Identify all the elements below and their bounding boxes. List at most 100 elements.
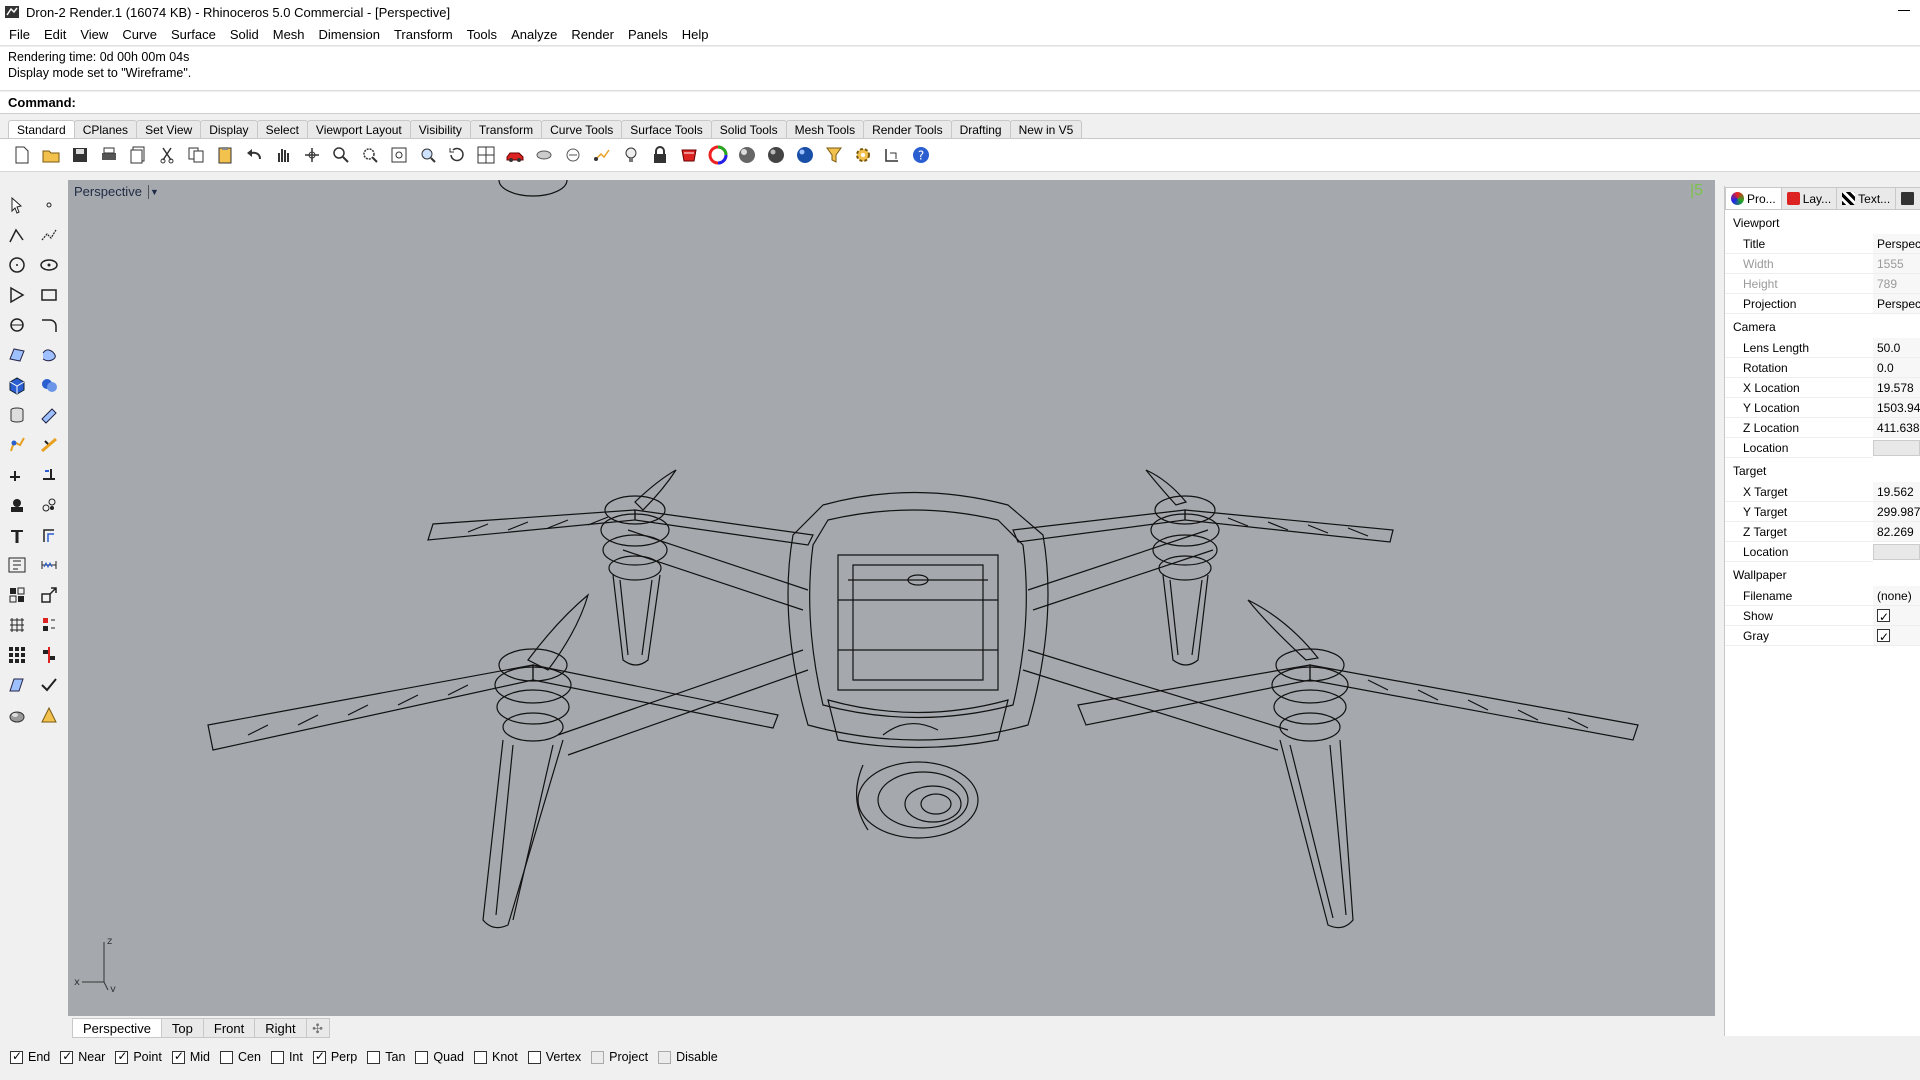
paste-icon[interactable] <box>211 141 239 169</box>
show-icon[interactable] <box>559 141 587 169</box>
tab-textures[interactable]: Text... <box>1836 187 1897 209</box>
tab-more[interactable] <box>1895 187 1920 209</box>
menu-curve[interactable]: Curve <box>115 27 164 42</box>
osnap-cen[interactable]: Cen <box>220 1050 261 1064</box>
tab-top[interactable]: Top <box>160 1018 204 1038</box>
prop-y-location[interactable]: Y Location 1503.94 <box>1725 398 1920 418</box>
prop-z-location[interactable]: Z Location 411.638 <box>1725 418 1920 438</box>
pan-hand-icon[interactable] <box>269 141 297 169</box>
minimize-button[interactable] <box>1896 2 1912 18</box>
prop-value[interactable]: Perspec <box>1873 294 1920 314</box>
menu-transform[interactable]: Transform <box>387 27 460 42</box>
render-icon[interactable] <box>34 700 64 730</box>
shade-icon[interactable] <box>2 700 32 730</box>
tab-curve-tools[interactable]: Curve Tools <box>541 120 623 138</box>
select-icon[interactable] <box>588 141 616 169</box>
prop-value[interactable]: 19.578 <box>1873 378 1920 398</box>
prop-x-target[interactable]: X Target 19.562 <box>1725 482 1920 502</box>
text-icon[interactable] <box>2 550 32 580</box>
menu-solid[interactable]: Solid <box>223 27 266 42</box>
prop-gray[interactable]: Gray <box>1725 626 1920 646</box>
tab-properties[interactable]: Pro... <box>1725 187 1782 209</box>
menu-mesh[interactable]: Mesh <box>266 27 312 42</box>
checkbox[interactable] <box>591 1050 605 1064</box>
menu-analyze[interactable]: Analyze <box>504 27 564 42</box>
curve-edit-icon[interactable] <box>34 220 64 250</box>
circle-icon[interactable] <box>2 250 32 280</box>
prop-target-location[interactable]: Location <box>1725 542 1920 562</box>
place-button[interactable] <box>1873 544 1920 560</box>
copy-icon[interactable] <box>182 141 210 169</box>
select-arrow-icon[interactable] <box>2 190 32 220</box>
prop-z-target[interactable]: Z Target 82.269 <box>1725 522 1920 542</box>
menu-file[interactable]: File <box>2 27 37 42</box>
ellipse-icon[interactable] <box>34 250 64 280</box>
analyze-icon[interactable] <box>2 670 32 700</box>
osnap-project[interactable]: Project <box>591 1050 648 1064</box>
prop-value[interactable]: 299.987 <box>1873 502 1920 522</box>
tab-viewport-layout[interactable]: Viewport Layout <box>306 120 411 138</box>
prop-projection[interactable]: Projection Perspec <box>1725 294 1920 314</box>
polyline-icon[interactable] <box>2 220 32 250</box>
tab-select[interactable]: Select <box>256 120 308 138</box>
undo-view-icon[interactable] <box>443 141 471 169</box>
help-icon[interactable]: ? <box>907 141 935 169</box>
osnap-knot[interactable]: Knot <box>474 1050 518 1064</box>
scale-icon[interactable] <box>34 580 64 610</box>
osnap-perp[interactable]: Perp <box>312 1049 357 1064</box>
drone-wireframe-model[interactable] <box>68 180 1715 1016</box>
tab-surface-tools[interactable]: Surface Tools <box>621 120 712 138</box>
gray-checkbox[interactable] <box>1877 627 1890 645</box>
undo-icon[interactable] <box>240 141 268 169</box>
menu-edit[interactable]: Edit <box>37 27 73 42</box>
tab-cplanes[interactable]: CPlanes <box>73 120 138 138</box>
osnap-vertex[interactable]: Vertex <box>527 1050 581 1064</box>
blend-icon[interactable] <box>34 430 64 460</box>
prop-rotation[interactable]: Rotation 0.0 <box>1725 358 1920 378</box>
tab-render-tools[interactable]: Render Tools <box>863 120 952 138</box>
tab-set-view[interactable]: Set View <box>136 120 202 138</box>
hide-icon[interactable] <box>530 141 558 169</box>
prop-value[interactable]: 411.638 <box>1873 418 1920 438</box>
tab-front[interactable]: Front <box>202 1018 256 1038</box>
checkbox[interactable] <box>60 1049 74 1064</box>
show-checkbox[interactable] <box>1877 607 1890 625</box>
perspective-viewport[interactable]: Perspective ▼ |5 z x y <box>68 180 1715 1016</box>
explode-icon[interactable] <box>34 490 64 520</box>
zoom-window-icon[interactable] <box>356 141 384 169</box>
export-icon[interactable] <box>124 141 152 169</box>
print-icon[interactable] <box>95 141 123 169</box>
checkbox[interactable] <box>220 1050 233 1064</box>
align-icon[interactable] <box>34 640 64 670</box>
checkbox[interactable] <box>10 1049 23 1064</box>
surface-icon[interactable] <box>2 340 32 370</box>
prop-y-target[interactable]: Y Target 299.987 <box>1725 502 1920 522</box>
menu-surface[interactable]: Surface <box>164 27 223 42</box>
extrude-icon[interactable] <box>34 400 64 430</box>
tab-display[interactable]: Display <box>200 120 258 138</box>
prop-value[interactable]: 82.269 <box>1873 522 1920 542</box>
tab-standard[interactable]: Standard <box>8 120 75 138</box>
tab-transform[interactable]: Transform <box>469 120 543 138</box>
osnap-int[interactable]: Int <box>270 1050 303 1064</box>
block-icon[interactable] <box>2 580 32 610</box>
tab-new-in-v5[interactable]: New in V5 <box>1009 120 1083 138</box>
tab-drafting[interactable]: Drafting <box>950 120 1011 138</box>
checkbox[interactable] <box>367 1050 381 1064</box>
lock-icon[interactable] <box>646 141 674 169</box>
command-history[interactable]: Rendering time: 0d 00h 00m 04s Display m… <box>0 47 1920 91</box>
offset-icon[interactable] <box>34 520 64 550</box>
tab-right[interactable]: Right <box>254 1018 307 1038</box>
tab-visibility[interactable]: Visibility <box>409 120 471 138</box>
group-icon[interactable] <box>2 490 32 520</box>
save-icon[interactable] <box>66 141 94 169</box>
render-sphere-icon[interactable] <box>733 141 761 169</box>
osnap-point[interactable]: Point <box>115 1049 162 1064</box>
loft-icon[interactable] <box>34 340 64 370</box>
zoom-selected-icon[interactable] <box>414 141 442 169</box>
add-viewport-icon[interactable]: ✣ <box>305 1018 330 1038</box>
arc-icon[interactable] <box>2 310 32 340</box>
array-icon[interactable] <box>34 610 64 640</box>
checkbox[interactable] <box>115 1049 129 1064</box>
checkbox[interactable] <box>270 1050 284 1064</box>
